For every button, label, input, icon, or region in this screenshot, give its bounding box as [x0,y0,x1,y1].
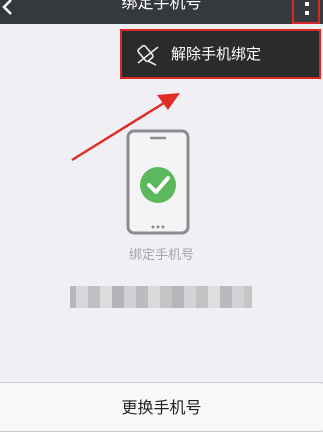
page-title: 绑定手机号 [121,0,202,12]
menu-item-label: 解除手机绑定 [171,45,262,63]
unbind-phone-icon [137,44,159,66]
masked-phone-number [70,286,252,308]
more-options-button[interactable] [292,0,320,24]
top-bar: 绑定手机号 [0,0,323,24]
change-phone-label: 更换手机号 [121,398,202,417]
more-vertical-icon [305,2,309,15]
bound-phone-caption: 绑定手机号 [128,248,194,263]
phone-illustration [126,129,190,235]
overflow-menu: 解除手机绑定 [120,29,321,79]
phone-check-icon [126,129,190,235]
change-phone-button[interactable]: 更换手机号 [0,382,323,432]
